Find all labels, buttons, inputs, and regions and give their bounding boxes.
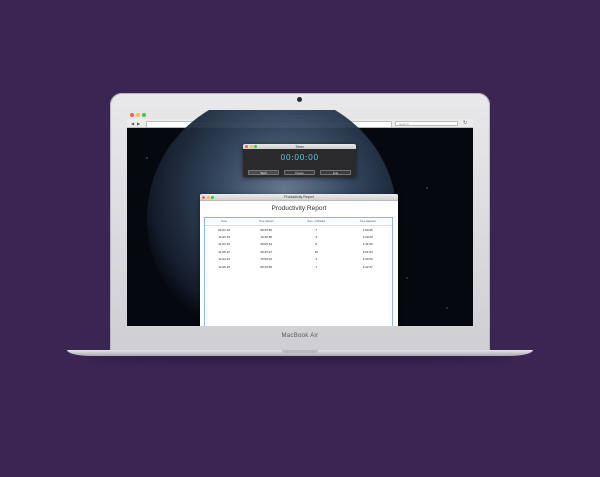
cell-date: 11-05-15	[218, 249, 231, 254]
cell-date: 03-01-15	[218, 227, 231, 232]
column-header-breaks[interactable]: Num. of Breaks	[289, 218, 344, 226]
laptop-shadow	[90, 356, 510, 362]
reload-icon[interactable]: ↻	[463, 120, 467, 126]
table-row[interactable]: 11-04-15 10:50:01 4 1:00:50	[205, 256, 392, 263]
timer-display: 00:00:00	[280, 153, 319, 162]
laptop-lid: MacBook Air ◀ ▶ Search ↻ Tim	[110, 93, 490, 352]
end-button[interactable]: End	[320, 170, 351, 175]
column-header-date[interactable]: Date	[205, 218, 244, 226]
cell-date: 11-03-15	[218, 242, 231, 247]
cell-time-started: 08:45:56	[260, 227, 273, 232]
timer-window: Timer 00:00:00 Start Pause End	[243, 144, 356, 177]
pause-button[interactable]: Pause	[284, 170, 315, 175]
start-button[interactable]: Start	[248, 170, 279, 175]
laptop-notch	[282, 350, 318, 353]
laptop-brand-label: MacBook Air	[281, 333, 319, 339]
table-row[interactable]: 11-05-15 08:45:47 10 2:01:54	[205, 248, 392, 255]
laptop-screen: MacBook Air ◀ ▶ Search ↻ Tim	[127, 110, 473, 326]
desktop-wallpaper: Timer 00:00:00 Start Pause End Productiv…	[127, 110, 473, 326]
cell-time-started: 10:20:55	[260, 235, 273, 240]
cell-time-elapsed: 1:41:50	[362, 242, 373, 247]
report-window-title: Productivity Report	[284, 195, 314, 199]
report-title-bar: Productivity Report	[200, 194, 398, 201]
report-table: Date Time Started Num. of Breaks Time El…	[205, 218, 392, 270]
timer-window-title: Timer	[295, 144, 304, 149]
cell-time-started: 08:45:47	[260, 249, 273, 254]
cell-date: 11-05-15	[218, 264, 231, 269]
timer-controls: Start Pause End	[248, 170, 351, 175]
timer-title-bar: Timer	[243, 144, 356, 149]
report-heading: Productivity Report	[271, 205, 327, 212]
cell-time-elapsed: 1:32:37	[362, 264, 373, 269]
cell-time-started: 08:05:51	[260, 242, 273, 247]
table-row[interactable]: 11-03-15 08:05:51 8 1:41:50	[205, 241, 392, 248]
cell-breaks: 3	[315, 235, 318, 240]
column-header-time-elapsed[interactable]: Time Elapsed	[343, 218, 392, 226]
cell-time-elapsed: 1:50:45	[362, 227, 373, 232]
forward-arrow-icon[interactable]: ▶	[136, 121, 141, 126]
table-row[interactable]: 11-05-15 09:10:56 7 1:32:37	[205, 263, 392, 270]
cell-time-started: 10:50:01	[260, 257, 273, 262]
table-row[interactable]: 11-03-15 10:20:55 3 1:20:23	[205, 233, 392, 240]
cell-date: 11-04-15	[218, 257, 231, 262]
camera	[297, 97, 302, 102]
table-header-row: Date Time Started Num. of Breaks Time El…	[205, 218, 392, 226]
cell-breaks: 7	[315, 227, 318, 232]
search-input[interactable]: Search	[395, 120, 458, 126]
cell-date: 11-03-15	[218, 235, 231, 240]
cell-breaks: 7	[315, 264, 318, 269]
cell-time-started: 09:10:56	[260, 264, 273, 269]
cell-breaks: 4	[315, 257, 318, 262]
column-header-time-started[interactable]: Time Started	[243, 218, 290, 226]
cell-breaks: 8	[315, 242, 318, 247]
cell-time-elapsed: 1:00:50	[362, 257, 373, 262]
back-arrow-icon[interactable]: ◀	[130, 121, 135, 126]
cell-time-elapsed: 2:01:54	[362, 249, 373, 254]
cell-breaks: 10	[314, 249, 318, 254]
report-window: Productivity Report Productivity Report …	[200, 194, 398, 326]
report-table-container[interactable]: Date Time Started Num. of Breaks Time El…	[204, 217, 393, 326]
table-row[interactable]: 03-01-15 08:45:56 7 1:50:45	[205, 226, 392, 234]
cell-time-elapsed: 1:20:23	[362, 235, 373, 240]
laptop-base	[67, 350, 533, 356]
